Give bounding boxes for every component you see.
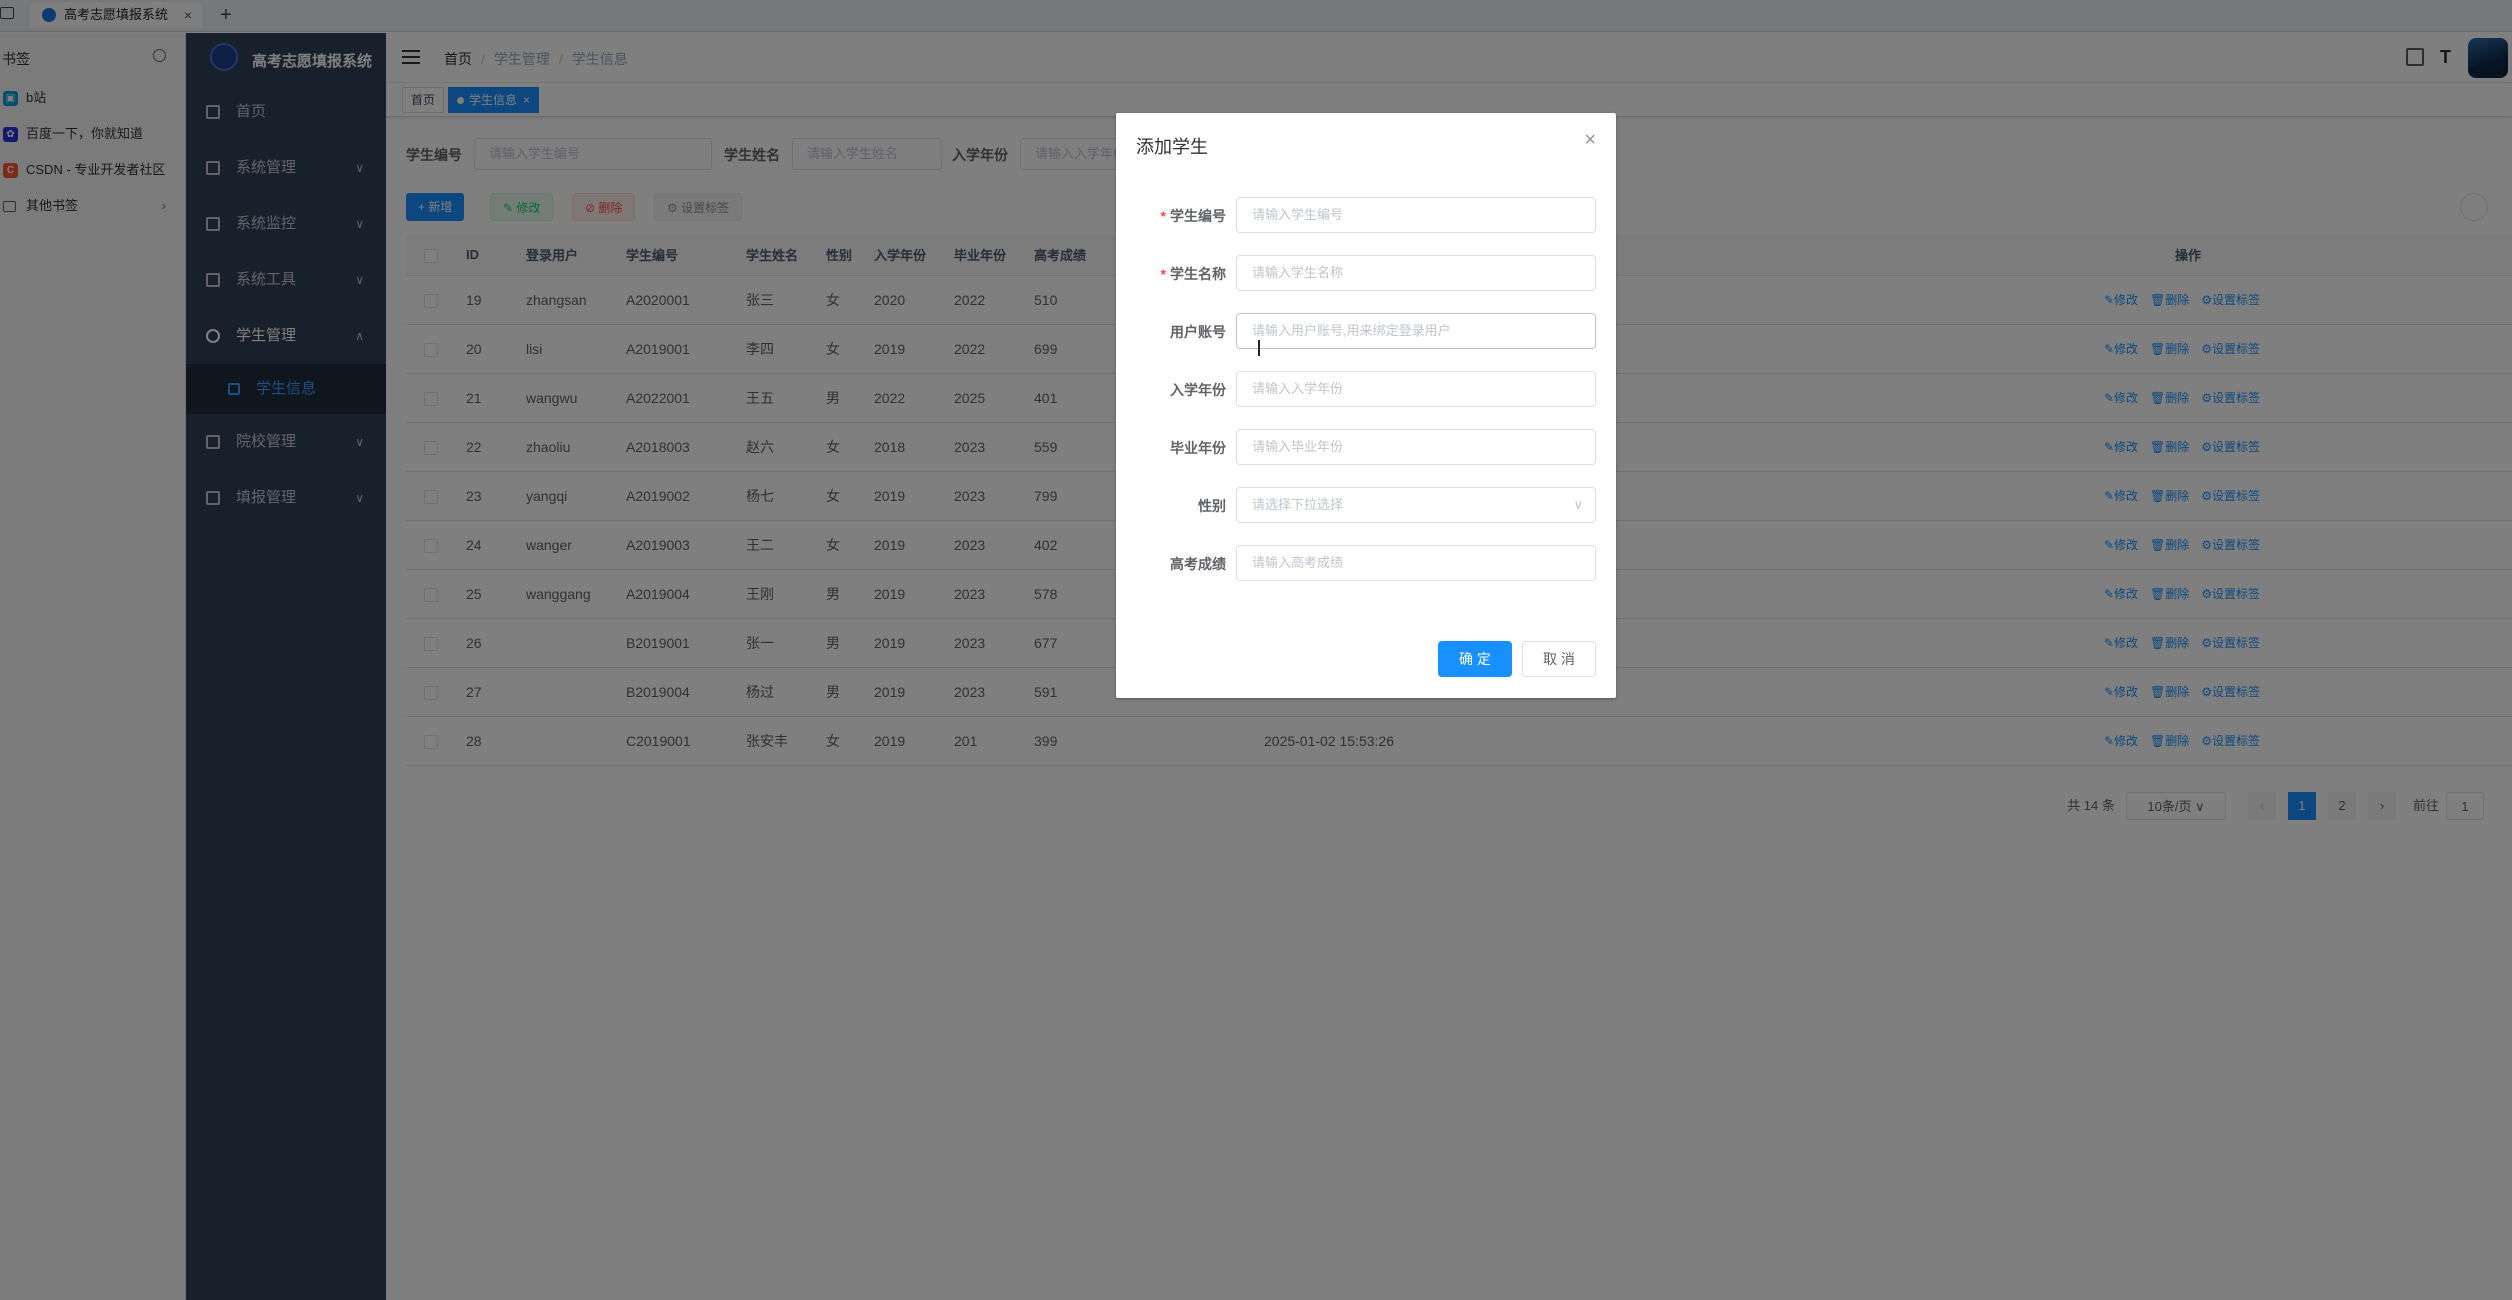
form-row-score: 高考成绩 请输入高考成绩	[1116, 545, 1616, 581]
close-icon[interactable]: ×	[1584, 129, 1596, 152]
chevron-down-icon: ∨	[1573, 497, 1583, 512]
student-no-input[interactable]: 请输入学生编号	[1236, 197, 1596, 233]
field-label: 高考成绩	[1170, 556, 1226, 572]
confirm-button[interactable]: 确 定	[1438, 641, 1512, 677]
gender-select[interactable]: 请选择下拉选择 ∨	[1236, 487, 1596, 523]
field-label: * 学生名称	[1160, 266, 1226, 282]
entry-year-input[interactable]: 请输入入学年份	[1236, 371, 1596, 407]
graduation-year-input[interactable]: 请输入毕业年份	[1236, 429, 1596, 465]
dialog-title: 添加学生	[1136, 137, 1208, 157]
text-cursor-icon	[1258, 340, 1260, 356]
field-label: * 学生编号	[1160, 208, 1226, 224]
add-student-dialog: 添加学生 × * 学生编号 请输入学生编号 * 学生名称 请输入学生名称 用户账号 …	[1116, 113, 1616, 698]
form-row-entry-year: 入学年份 请输入入学年份	[1116, 371, 1616, 407]
cancel-button[interactable]: 取 消	[1522, 641, 1596, 677]
field-label: 用户账号	[1170, 324, 1226, 340]
form-row-graduation-year: 毕业年份 请输入毕业年份	[1116, 429, 1616, 465]
user-account-input[interactable]: 请输入用户账号,用来绑定登录用户	[1236, 313, 1596, 349]
student-name-input[interactable]: 请输入学生名称	[1236, 255, 1596, 291]
field-label: 入学年份	[1170, 382, 1226, 398]
form-row-student-no: * 学生编号 请输入学生编号	[1116, 197, 1616, 233]
form-row-gender: 性别 请选择下拉选择 ∨	[1116, 487, 1616, 523]
form-row-student-name: * 学生名称 请输入学生名称	[1116, 255, 1616, 291]
gender-select-placeholder: 请选择下拉选择	[1252, 497, 1344, 512]
score-input[interactable]: 请输入高考成绩	[1236, 545, 1596, 581]
form-row-user-account: 用户账号 请输入用户账号,用来绑定登录用户	[1116, 313, 1616, 349]
field-label: 毕业年份	[1170, 440, 1226, 456]
field-label: 性别	[1198, 498, 1226, 514]
